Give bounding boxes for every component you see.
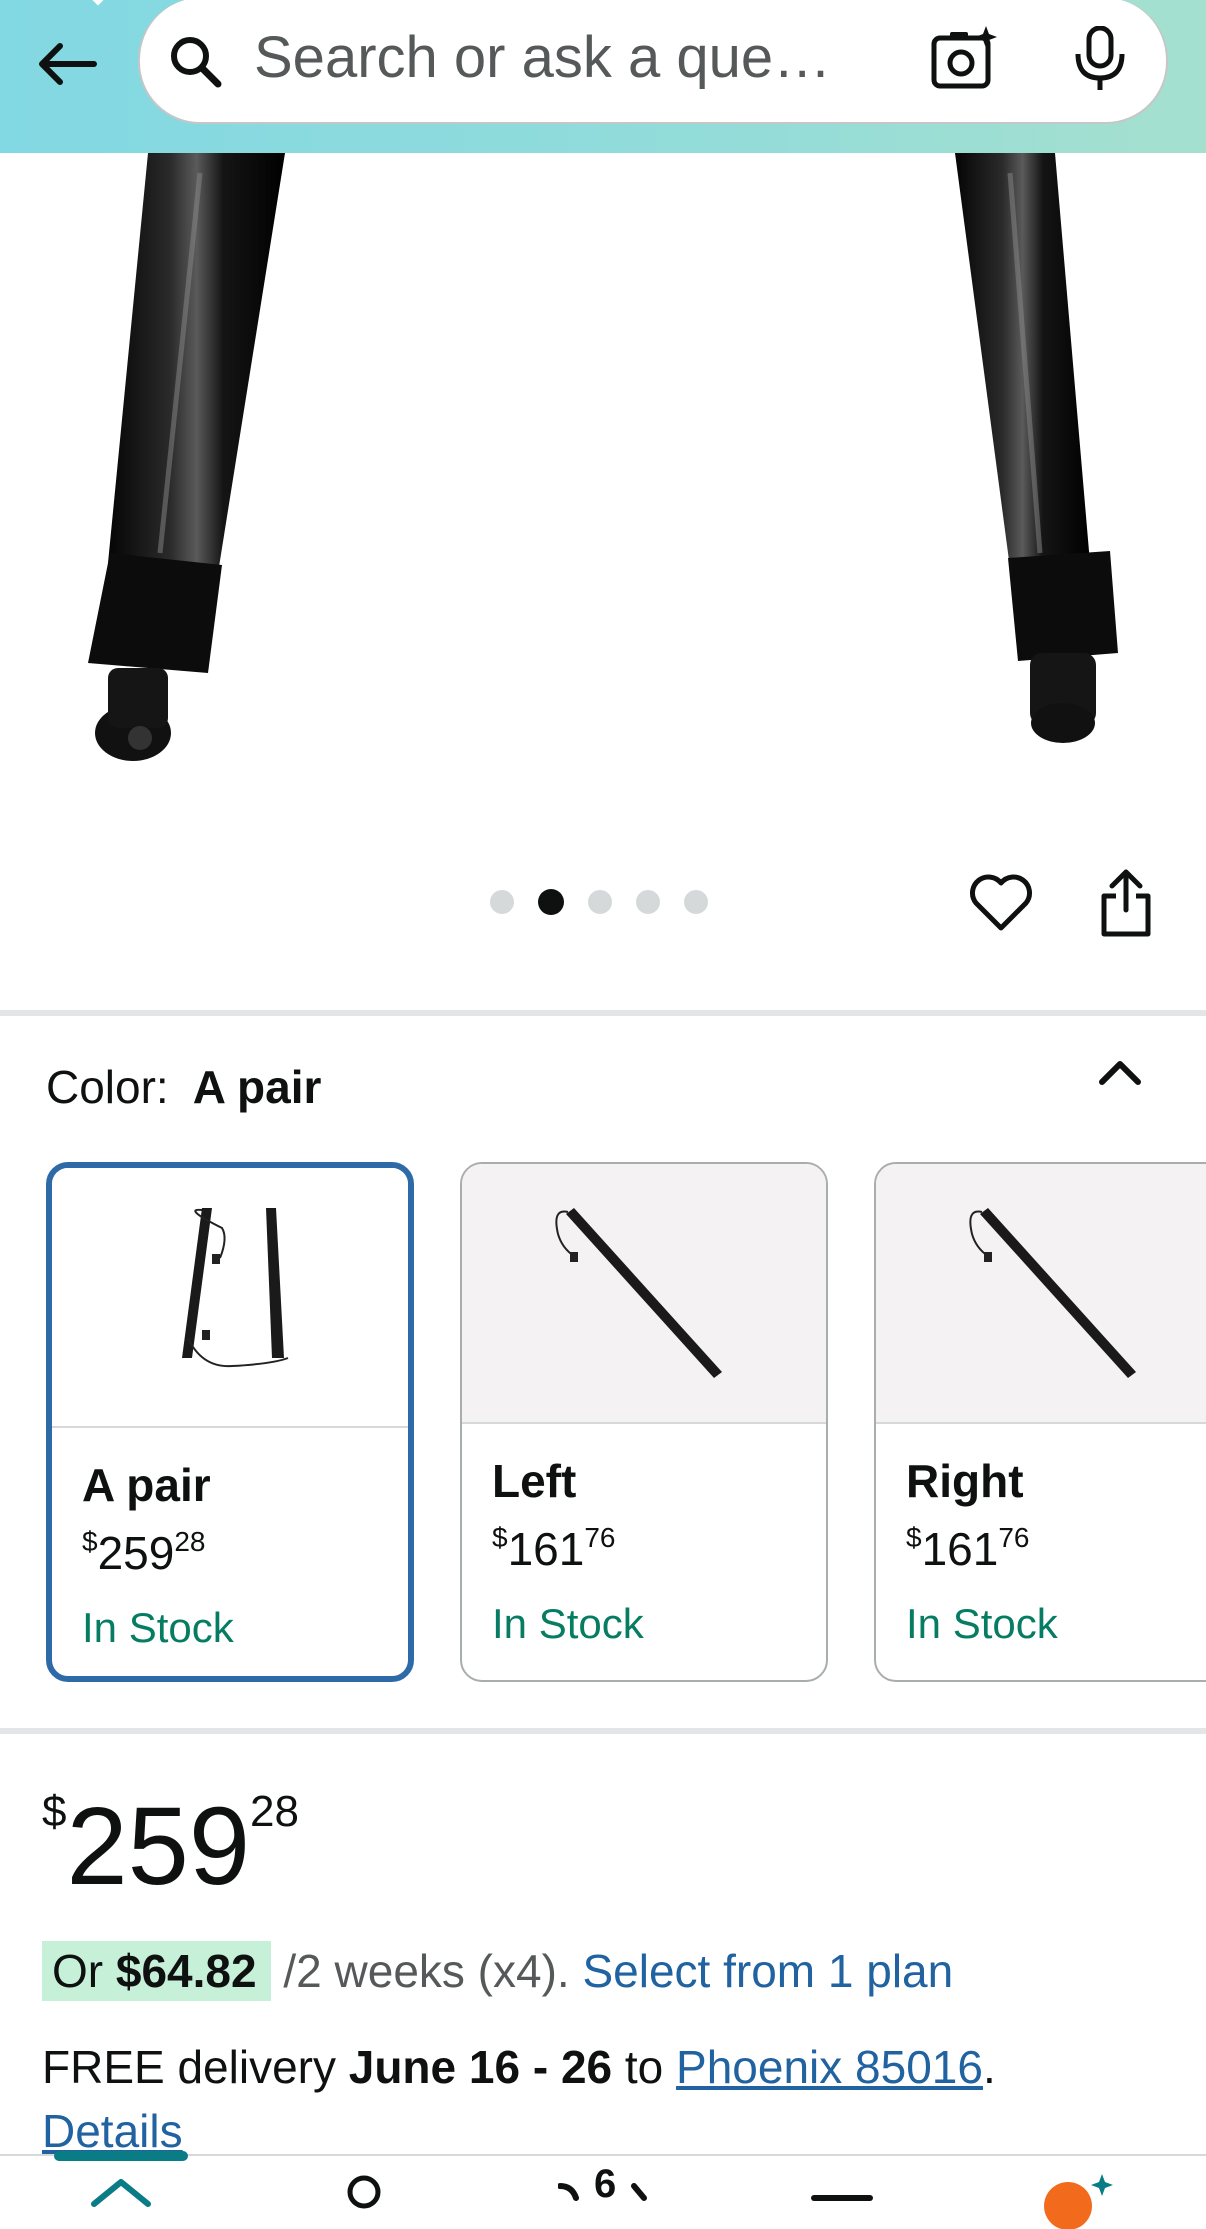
- home-icon[interactable]: [88, 2174, 154, 2229]
- variant-availability: In Stock: [492, 1600, 644, 1647]
- camera-lens-icon[interactable]: [930, 26, 998, 92]
- variant-right[interactable]: Right $16176 In Stock: [874, 1162, 1206, 1682]
- section-divider: [0, 1010, 1206, 1016]
- back-arrow-icon: [39, 43, 97, 85]
- variant-image-single: [555, 1208, 722, 1378]
- carousel-dot[interactable]: [588, 890, 612, 914]
- product-price: $25928: [42, 1785, 299, 1908]
- variant-thumbnail: [52, 1168, 408, 1428]
- chevron-up-icon[interactable]: [1096, 1054, 1144, 1090]
- variant-left[interactable]: Left $16176 In Stock: [460, 1162, 828, 1682]
- share-icon[interactable]: [1098, 866, 1154, 938]
- account-icon[interactable]: [336, 2174, 392, 2229]
- close-icon[interactable]: [72, 0, 124, 20]
- carousel-dot-active[interactable]: [538, 889, 564, 915]
- cart-button[interactable]: 6: [557, 2162, 658, 2229]
- variant-price: $16176: [492, 1522, 616, 1575]
- installment-plan: Or $64.82 /2 weeks (x4). Select from 1 p…: [42, 1941, 953, 2001]
- back-button[interactable]: [30, 28, 102, 100]
- delivery-info: FREE delivery June 16 - 26 to Phoenix 85…: [42, 2041, 996, 2093]
- product-photo-struts: [88, 153, 1118, 761]
- color-selected-value: A pair: [192, 1061, 322, 1113]
- heart-icon[interactable]: [968, 872, 1034, 934]
- search-icon: [171, 37, 222, 88]
- delivery-details-link[interactable]: Details: [42, 2104, 183, 2158]
- carousel-dot[interactable]: [636, 890, 660, 914]
- variant-availability: In Stock: [906, 1600, 1058, 1647]
- microphone-icon[interactable]: [1072, 26, 1128, 92]
- variant-availability: In Stock: [82, 1604, 234, 1651]
- variant-a-pair[interactable]: A pair $25928 In Stock: [46, 1162, 414, 1682]
- variant-image-pair: [182, 1208, 289, 1368]
- color-label: Color:: [46, 1061, 169, 1113]
- nav-active-indicator: [54, 2151, 188, 2161]
- variant-name: Right: [906, 1455, 1024, 1507]
- search-bar[interactable]: Search or ask a que…: [138, 0, 1168, 124]
- select-plan-link[interactable]: Select from 1 plan: [582, 1945, 953, 1997]
- installment-chip: Or $64.82: [42, 1941, 271, 2001]
- delivery-location-link[interactable]: Phoenix 85016: [676, 2041, 983, 2093]
- section-divider: [0, 1728, 1206, 1734]
- carousel-dot[interactable]: [490, 890, 514, 914]
- cart-count: 6: [594, 2162, 617, 2206]
- image-carousel-indicator: [490, 889, 708, 915]
- search-input[interactable]: Search or ask a que…: [254, 24, 831, 91]
- product-image[interactable]: [0, 153, 1206, 813]
- variant-image-single: [969, 1208, 1136, 1378]
- rufus-icon[interactable]: [1040, 2174, 1120, 2229]
- variant-thumbnail: [876, 1164, 1206, 1424]
- variant-price: $16176: [906, 1522, 1030, 1575]
- top-search-header: Search or ask a que…: [0, 0, 1206, 153]
- variant-name: A pair: [82, 1459, 211, 1511]
- variant-price: $25928: [82, 1526, 206, 1579]
- color-selector-header: Color: A pair: [46, 1060, 321, 1114]
- menu-icon[interactable]: [810, 2174, 874, 2229]
- variant-thumbnail: [462, 1164, 826, 1424]
- delivery-dates: June 16 - 26: [348, 2041, 613, 2093]
- carousel-dot[interactable]: [684, 890, 708, 914]
- variant-name: Left: [492, 1455, 577, 1507]
